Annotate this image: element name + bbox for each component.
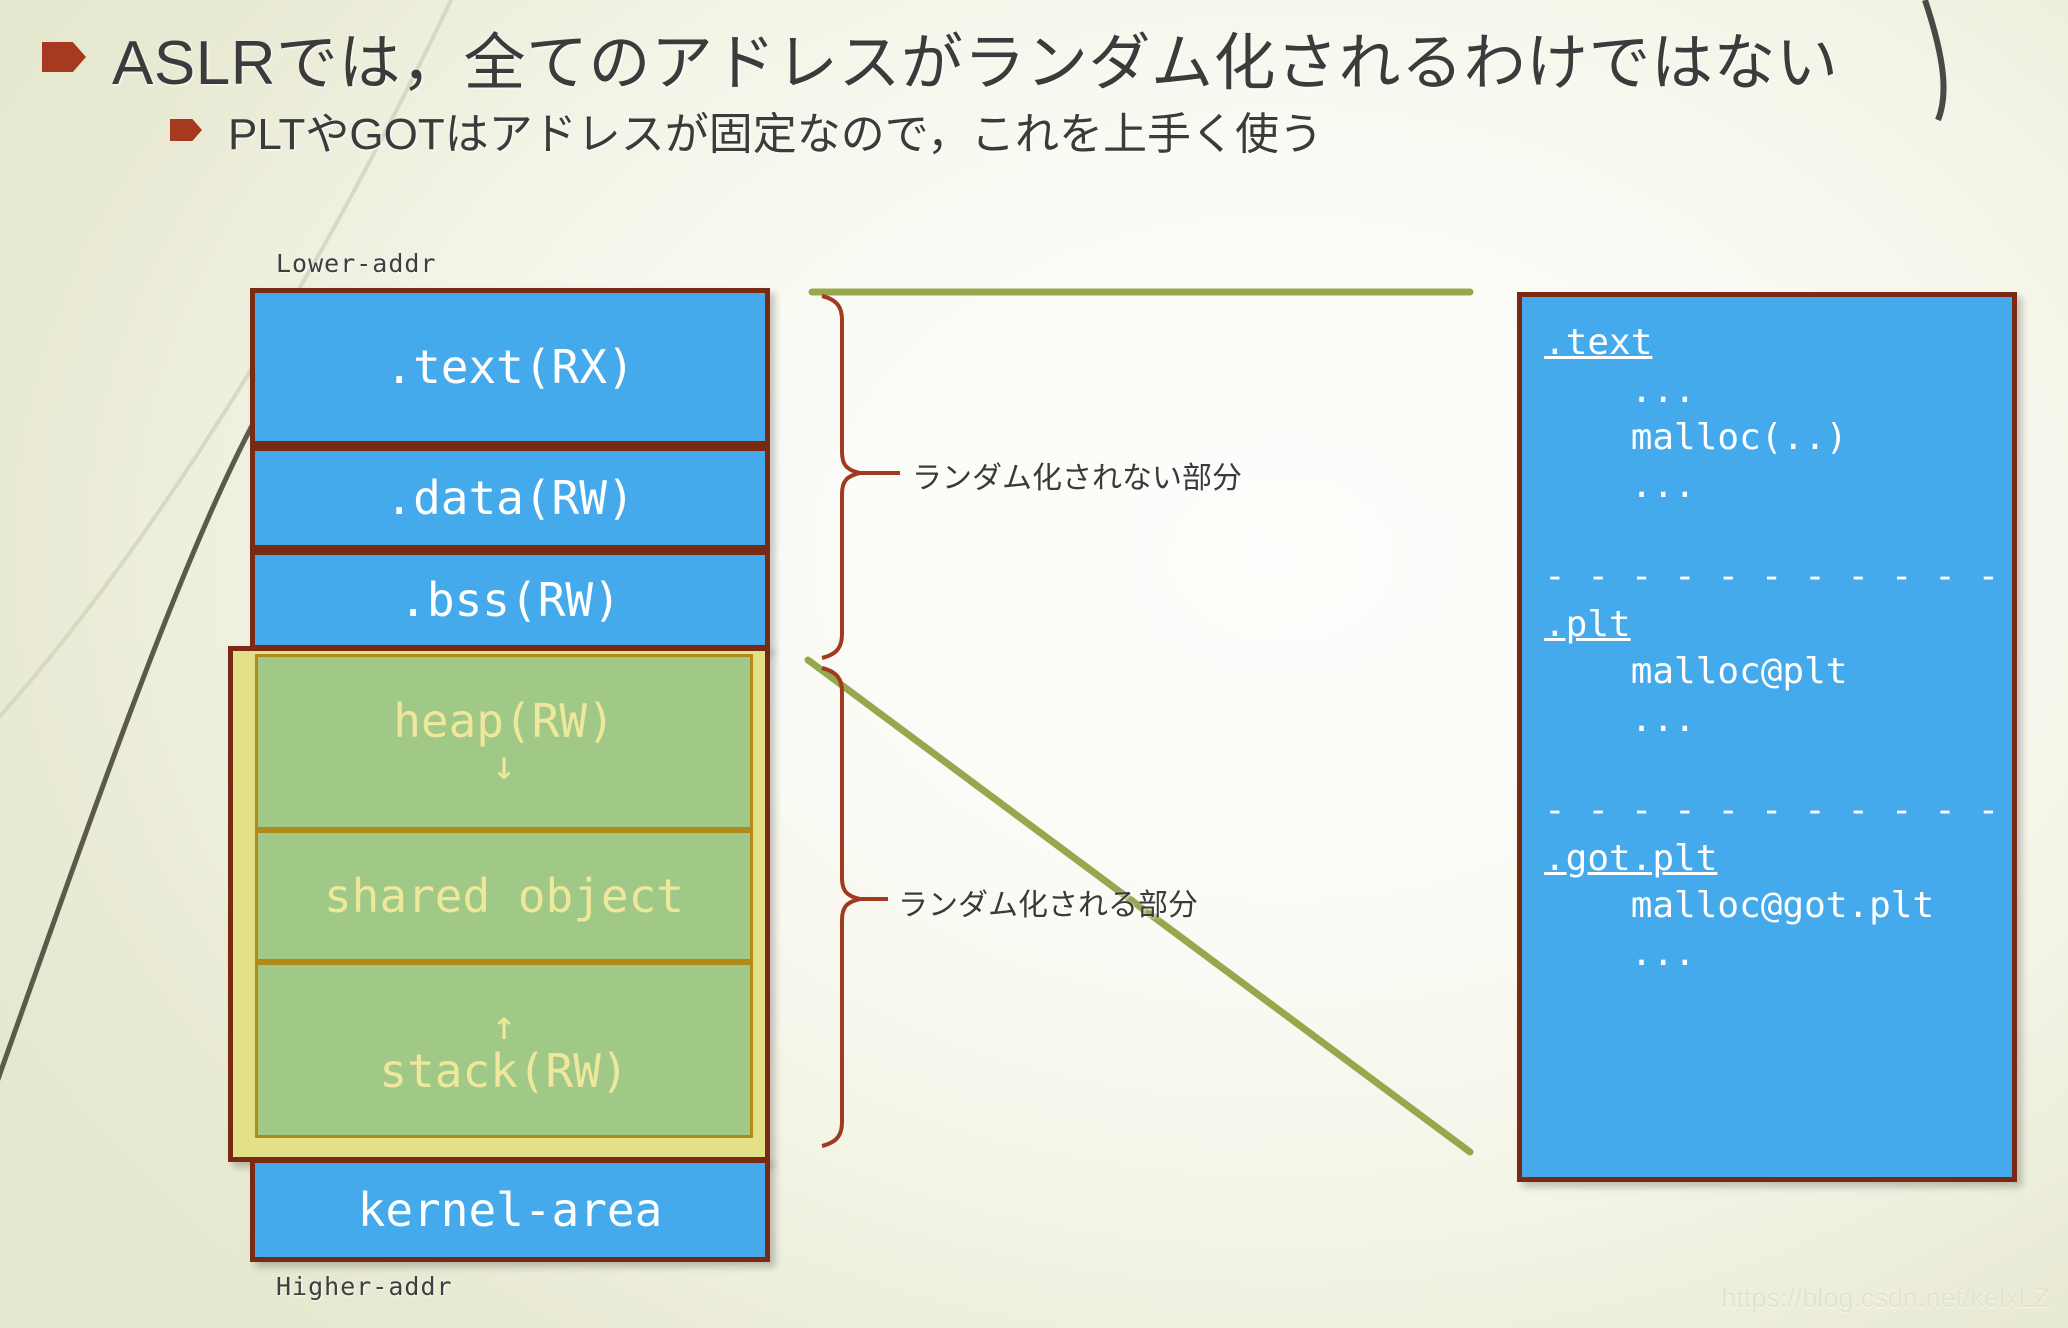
annotation-randomized-part: ランダム化される部分 xyxy=(898,889,1198,922)
memory-region-kernel: kernel-area xyxy=(250,1158,770,1262)
code-separator: - - - - - - - - - - - - - - - - xyxy=(1544,790,2000,832)
elf-sections-panel: .text ... malloc(..) ... - - - - - - - - … xyxy=(1517,292,2017,1182)
memory-region-label: shared object xyxy=(323,868,685,923)
code-section-header: .text xyxy=(1544,322,1653,363)
bullet-arrow-icon-secondary xyxy=(170,119,202,141)
heap-growth-down-arrow-icon: ↓ xyxy=(491,743,517,790)
memory-region-label: kernel-area xyxy=(357,1183,663,1237)
bracket-randomized-part xyxy=(821,666,861,1148)
bracket-fixed-part xyxy=(821,294,861,660)
code-line: ... xyxy=(1544,932,1696,974)
code-section-header: .got.plt xyxy=(1544,837,1718,879)
code-spacer xyxy=(1544,743,2012,787)
page-title: ASLRでは，全てのアドレスがランダム化されるわけではない xyxy=(112,29,1839,98)
lower-addr-label: Lower-addr xyxy=(276,249,437,278)
memory-region-stack: ↑ stack(RW) xyxy=(255,962,753,1138)
stack-growth-up-arrow-icon: ↑ xyxy=(491,1002,517,1049)
code-section-header: .plt xyxy=(1544,603,1631,645)
annotation-fixed-part: ランダム化されない部分 xyxy=(912,462,1242,495)
code-line: malloc(..) xyxy=(1544,417,1848,459)
code-separator: - - - - - - - - - - - - - - - - xyxy=(1544,556,2000,598)
bullet-arrow-icon xyxy=(42,42,86,72)
memory-region-shared-object: shared object xyxy=(255,830,753,962)
memory-region-data: .data(RW) xyxy=(250,446,770,550)
code-spacer xyxy=(1544,509,2012,553)
memory-region-heap: heap(RW) ↓ xyxy=(255,654,753,830)
code-line: ... xyxy=(1544,369,1696,411)
title-bullet-row: ASLRでは，全てのアドレスがランダム化されるわけではない xyxy=(42,12,1838,102)
subtitle-bullet-row: PLTやGOTはアドレスが固定なので，これを上手く使う xyxy=(170,98,1323,162)
slide-canvas: ASLRでは，全てのアドレスがランダム化されるわけではない PLTやGOTはアド… xyxy=(0,0,2068,1328)
memory-region-text: .text(RX) xyxy=(250,288,770,446)
memory-region-label: .bss(RW) xyxy=(399,573,621,627)
memory-region-bss: .bss(RW) xyxy=(250,550,770,650)
memory-region-label: heap(RW) xyxy=(393,693,615,748)
memory-region-label: stack(RW) xyxy=(379,1043,629,1098)
higher-addr-label: Higher-addr xyxy=(276,1272,453,1301)
code-line: ... xyxy=(1544,464,1696,506)
randomized-region-group: heap(RW) ↓ shared object ↑ stack(RW) xyxy=(228,646,770,1162)
code-line: ... xyxy=(1544,698,1696,740)
memory-region-label: .text(RX) xyxy=(385,340,635,394)
watermark: https://blog.csdn.net/kelxLZ xyxy=(1721,1283,2050,1313)
code-line: malloc@got.plt xyxy=(1544,885,1935,927)
memory-region-label: .data(RW) xyxy=(385,471,635,525)
page-subtitle: PLTやGOTはアドレスが固定なので，これを上手く使う xyxy=(228,110,1323,159)
code-line: malloc@plt xyxy=(1544,651,1848,693)
